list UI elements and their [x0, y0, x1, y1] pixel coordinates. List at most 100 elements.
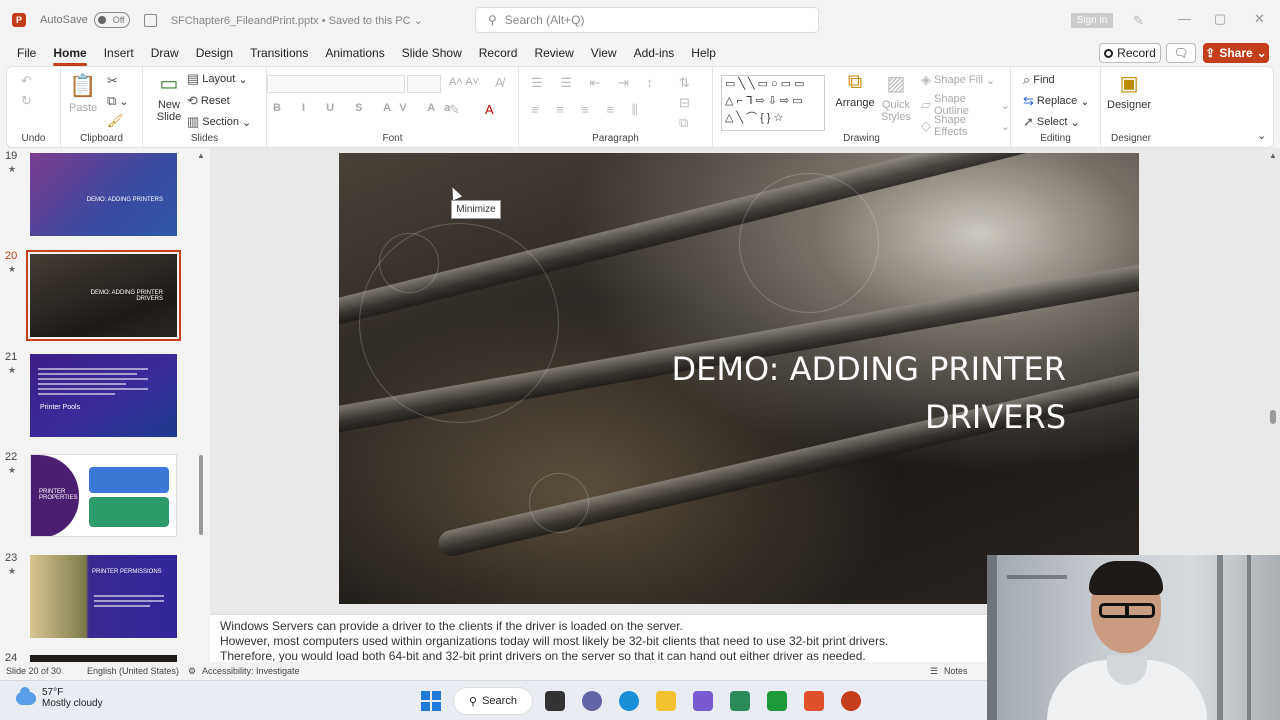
maximize-icon[interactable]: ▢	[1214, 11, 1226, 27]
minimize-icon[interactable]: —	[1178, 11, 1191, 26]
align-text-icon[interactable]: ⊟	[679, 95, 690, 111]
slide-thumbnail-23[interactable]: PRINTER PERMISSIONS	[30, 555, 177, 638]
quick-styles-label: Quick Styles	[881, 99, 911, 123]
taskbar-search-label: Search	[482, 695, 517, 707]
comments-button[interactable]: 🗨	[1166, 43, 1196, 63]
tab-file[interactable]: File	[17, 42, 36, 64]
thumbnail-bullets	[38, 368, 148, 398]
windows-start-icon[interactable]	[421, 691, 441, 711]
save-icon[interactable]	[143, 13, 157, 27]
cloud-icon	[16, 686, 36, 705]
pen-icon[interactable]: ✎	[1133, 13, 1144, 29]
section-button[interactable]: ▥ Section ⌄	[187, 114, 251, 130]
slide-title[interactable]: DEMO: ADDING PRINTER DRIVERS	[606, 345, 1066, 441]
file-explorer-icon[interactable]	[656, 691, 676, 711]
tab-help[interactable]: Help	[691, 42, 716, 64]
weather-widget[interactable]: 57°F Mostly cloudy	[16, 686, 103, 709]
slide-thumbnail-21[interactable]: Printer Pools	[30, 354, 177, 437]
tab-view[interactable]: View	[591, 42, 617, 64]
close-icon[interactable]: ✕	[1254, 11, 1265, 27]
autosave-toggle[interactable]: Off	[93, 12, 130, 28]
quick-styles-button[interactable]: ▨ Quick Styles	[879, 71, 913, 123]
alignment-buttons[interactable]: ≡ ≡ ≡ ≡ ⫼	[531, 102, 645, 118]
find-icon: ⌕	[1023, 72, 1031, 87]
font-size-buttons[interactable]: A˄ A˅	[449, 76, 479, 88]
search-input[interactable]: ⚲ Search (Alt+Q)	[475, 7, 819, 33]
collapse-ribbon-icon[interactable]: ⌄	[1257, 129, 1266, 142]
record-button[interactable]: Record	[1099, 43, 1161, 63]
list-buttons[interactable]: ☰ ☰ ⇤ ⇥ ↕	[531, 75, 660, 91]
undo-icon[interactable]: ↶	[21, 73, 32, 89]
speaker-notes[interactable]: Windows Servers can provide a driver to …	[210, 614, 987, 662]
redo-icon[interactable]: ↻	[21, 93, 32, 109]
font-group: A˄ A˅ A̸ B I U S AV Aa ✎ A Font	[267, 67, 519, 147]
font-name-field[interactable]	[267, 75, 405, 93]
slide-thumbnail-22[interactable]: PRINTER PROPERTIES	[30, 454, 177, 537]
smartart-icon[interactable]: ⧉	[679, 115, 688, 131]
taskbar-search[interactable]: ⚲ Search	[453, 687, 533, 715]
search-placeholder: Search (Alt+Q)	[504, 13, 585, 27]
camtasia-icon[interactable]	[767, 691, 787, 711]
accessibility-status[interactable]: Accessibility: Investigate	[202, 666, 300, 676]
tab-insert[interactable]: Insert	[104, 42, 134, 64]
designer-button[interactable]: ▣ Designer	[1107, 71, 1151, 111]
select-button[interactable]: ➚ Select ⌄	[1023, 114, 1080, 130]
undo-group: ↶ ↻ Undo	[7, 67, 61, 147]
font-size-field[interactable]	[407, 75, 441, 93]
edge-browser-icon[interactable]	[619, 691, 639, 711]
shape-fill-button[interactable]: ◈ Shape Fill ⌄	[921, 72, 995, 88]
font-color-icon[interactable]: A	[485, 102, 494, 117]
tab-home[interactable]: Home	[53, 42, 88, 66]
copy-icon[interactable]: ⧉ ⌄	[107, 93, 129, 109]
remote-desktop-icon[interactable]	[730, 691, 750, 711]
scroll-up-icon[interactable]: ▲	[197, 151, 205, 160]
text-direction-icon[interactable]: ⇅	[679, 75, 690, 91]
animation-star-icon: ★	[8, 566, 17, 576]
cut-icon[interactable]: ✂	[107, 73, 118, 89]
tab-draw[interactable]: Draw	[151, 42, 179, 64]
tab-transitions[interactable]: Transitions	[250, 42, 308, 64]
designer-group-label: Designer	[1110, 133, 1152, 144]
snipping-tool-icon[interactable]	[693, 691, 713, 711]
paste-icon: 📋	[69, 73, 97, 98]
tab-slide-show[interactable]: Slide Show	[402, 42, 462, 64]
sign-in-button[interactable]: Sign in	[1071, 13, 1113, 28]
tab-animations[interactable]: Animations	[325, 42, 384, 64]
new-slide-button[interactable]: ▭ New Slide	[151, 71, 187, 123]
layout-button[interactable]: ▤ Layout ⌄	[187, 71, 248, 87]
reset-button[interactable]: ⟲ Reset	[187, 93, 230, 109]
tab-review[interactable]: Review	[534, 42, 573, 64]
arrange-button[interactable]: ⧉ Arrange	[835, 71, 875, 109]
paste-button[interactable]: 📋 Paste	[69, 73, 97, 114]
notes-button[interactable]: Notes	[944, 666, 968, 676]
slide-thumbnail-20[interactable]: DEMO: ADDING PRINTER DRIVERS	[26, 250, 181, 341]
replace-label: Replace	[1036, 95, 1078, 107]
slide-thumbnail-24[interactable]	[30, 655, 177, 662]
editor-scrollbar[interactable]	[1270, 410, 1276, 424]
slide-number: 19	[5, 150, 18, 162]
document-title[interactable]: SFChapter6_FileandPrint.pptx • Saved to …	[171, 14, 423, 27]
font-group-label: Font	[382, 133, 403, 144]
language-indicator[interactable]: English (United States)	[87, 666, 179, 676]
task-view-icon[interactable]	[545, 691, 565, 711]
text-style-buttons[interactable]: B I U S AV Aa	[273, 102, 459, 114]
thumbnail-scrollbar[interactable]	[199, 455, 203, 535]
shapes-gallery[interactable]: ▭╲╲▭○▭▭ △⌐ᒣ⇨⇩⇨▭ △╲⌒{}☆	[721, 75, 825, 131]
share-button[interactable]: ⇪ Share ⌄	[1203, 43, 1269, 63]
tab-design[interactable]: Design	[196, 42, 233, 64]
current-slide[interactable]: DEMO: ADDING PRINTER DRIVERS	[339, 153, 1139, 604]
recorder-icon[interactable]	[804, 691, 824, 711]
tab-record[interactable]: Record	[479, 42, 518, 64]
slide-thumbnail-pane: 19 ★ DEMO: ADDING PRINTERS 20 ★ DEMO: AD…	[0, 148, 210, 662]
clear-formatting-icon[interactable]: A̸	[495, 75, 504, 90]
slide-thumbnail-19[interactable]: DEMO: ADDING PRINTERS	[30, 153, 177, 236]
presenter-hair	[1089, 561, 1163, 595]
tab-add-ins[interactable]: Add-ins	[634, 42, 675, 64]
scroll-up-icon[interactable]: ▲	[1269, 151, 1277, 160]
replace-button[interactable]: ⇆ Replace ⌄	[1023, 93, 1089, 109]
highlight-icon[interactable]: ✎	[449, 102, 460, 118]
find-button[interactable]: ⌕ Find	[1023, 72, 1055, 88]
teams-chat-icon[interactable]	[582, 691, 602, 711]
format-painter-icon[interactable]: 🖌	[107, 113, 124, 129]
powerpoint-taskbar-icon[interactable]	[841, 691, 861, 711]
